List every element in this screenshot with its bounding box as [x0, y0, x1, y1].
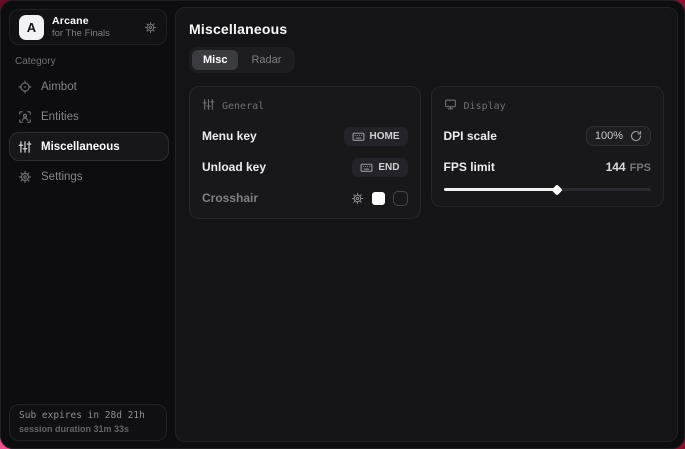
fps-limit-label: FPS limit — [444, 160, 495, 174]
fps-limit-slider[interactable] — [444, 183, 651, 195]
crosshair-settings-gear-icon[interactable] — [351, 192, 364, 205]
page-title: Miscellaneous — [189, 21, 664, 37]
sub-expiry-text: Sub expires in 28d 21h — [19, 410, 157, 421]
crosshair-controls — [351, 191, 408, 206]
category-label: Category — [15, 56, 56, 67]
menu-key-row: Menu key HOME — [202, 127, 408, 145]
sidebar-item-settings[interactable]: Settings — [9, 162, 169, 191]
sidebar-item-label: Miscellaneous — [41, 141, 120, 153]
sidebar-item-label: Settings — [41, 171, 83, 183]
general-card-title: General — [222, 101, 264, 112]
sliders-icon — [18, 140, 32, 154]
dpi-scale-label: DPI scale — [444, 129, 497, 143]
menu-key-value: HOME — [370, 131, 400, 142]
dpi-scale-value: 100% — [595, 130, 623, 142]
crosshair-icon — [18, 80, 32, 94]
keyboard-icon — [360, 161, 373, 174]
brand-header: A Arcane for The Finals — [9, 9, 167, 45]
app-window: A Arcane for The Finals Category — [0, 0, 685, 449]
main-panel: Miscellaneous Misc Radar General Menu ke… — [175, 7, 678, 442]
brand-title: Arcane — [52, 15, 110, 27]
dpi-scale-row: DPI scale 100% — [444, 127, 651, 145]
subscription-status: Sub expires in 28d 21h session duration … — [9, 404, 167, 441]
crosshair-checkbox[interactable] — [393, 191, 408, 206]
gear-icon — [18, 170, 32, 184]
sidebar-item-aimbot[interactable]: Aimbot — [9, 72, 169, 101]
general-card-header: General — [202, 98, 408, 114]
sidebar-item-miscellaneous[interactable]: Miscellaneous — [9, 132, 169, 161]
fps-number: 144 — [606, 160, 626, 174]
unload-key-label: Unload key — [202, 160, 266, 174]
slider-thumb[interactable] — [551, 184, 562, 195]
crosshair-row: Crosshair — [202, 189, 408, 207]
brand-text: Arcane for The Finals — [52, 15, 110, 39]
session-duration-text: session duration 31m 33s — [19, 424, 157, 434]
cards-row: General Menu key HOME Unload key — [189, 86, 664, 219]
keyboard-icon — [352, 130, 365, 143]
tab-group: Misc Radar — [189, 47, 295, 73]
crosshair-color-swatch[interactable] — [372, 192, 385, 205]
display-card: Display DPI scale 100% FPS limit — [431, 86, 664, 207]
sidebar: A Arcane for The Finals Category — [1, 1, 175, 448]
tab-radar[interactable]: Radar — [240, 50, 292, 70]
fps-limit-row: FPS limit 144 FPS — [444, 158, 651, 176]
menu-key-label: Menu key — [202, 129, 257, 143]
sidebar-item-entities[interactable]: Entities — [9, 102, 169, 131]
slider-fill — [444, 188, 556, 191]
dpi-scale-control[interactable]: 100% — [586, 126, 651, 146]
fps-limit-value: 144 FPS — [606, 160, 651, 174]
unload-key-bind-button[interactable]: END — [352, 158, 407, 177]
tab-misc[interactable]: Misc — [192, 50, 238, 70]
display-card-header: Display — [444, 98, 651, 114]
sidebar-item-label: Entities — [41, 111, 79, 123]
crosshair-label: Crosshair — [202, 191, 258, 205]
sidebar-item-label: Aimbot — [41, 81, 77, 93]
sliders-icon — [202, 98, 215, 114]
brand-subtitle: for The Finals — [52, 28, 110, 39]
sidebar-nav: Aimbot Entities Miscellaneous — [9, 72, 169, 191]
display-card-title: Display — [464, 101, 506, 112]
general-card: General Menu key HOME Unload key — [189, 86, 421, 219]
fps-unit: FPS — [630, 162, 651, 174]
refresh-icon[interactable] — [630, 130, 642, 142]
menu-key-bind-button[interactable]: HOME — [344, 127, 408, 146]
entities-icon — [18, 110, 32, 124]
unload-key-row: Unload key END — [202, 158, 408, 176]
monitor-icon — [444, 98, 457, 114]
brand-avatar: A — [19, 15, 44, 40]
brand-gear-icon[interactable] — [144, 21, 157, 34]
unload-key-value: END — [378, 162, 399, 173]
